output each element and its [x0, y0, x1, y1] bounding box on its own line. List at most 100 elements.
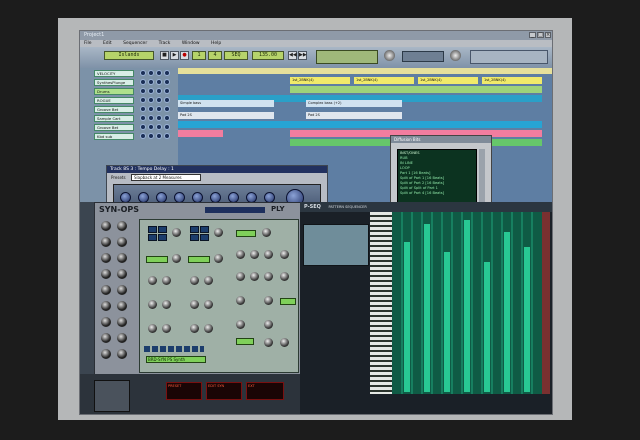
pseq-side-panel[interactable]	[303, 224, 369, 266]
knob-icon[interactable]	[140, 88, 146, 94]
track-row[interactable]: VELOCITY	[94, 70, 176, 77]
track-name[interactable]: Kbd sub	[94, 133, 134, 140]
knob-icon[interactable]	[117, 269, 127, 279]
knob-icon[interactable]	[214, 228, 223, 237]
knob-icon[interactable]	[204, 324, 213, 333]
knob-icon[interactable]	[236, 296, 245, 305]
menu-edit[interactable]: Edit	[103, 41, 112, 46]
knob-icon[interactable]	[250, 272, 259, 281]
knob-icon[interactable]	[156, 79, 162, 85]
knob-icon[interactable]	[101, 269, 111, 279]
play-button[interactable]: ▶	[170, 51, 179, 60]
knob-icon[interactable]	[140, 133, 146, 139]
list-item[interactable]: Split of Part 4 [16 Beats]	[400, 191, 474, 196]
knob-icon[interactable]	[156, 115, 162, 121]
knob-icon[interactable]	[264, 272, 273, 281]
knob-icon[interactable]	[148, 124, 154, 130]
minimize-button[interactable]: _	[529, 32, 536, 38]
track-row[interactable]: ROGUE	[94, 97, 176, 104]
knob-icon[interactable]	[140, 79, 146, 85]
clip[interactable]: Simple bass	[178, 100, 274, 107]
pan-knob[interactable]	[450, 50, 461, 61]
track-name[interactable]: Groove Bet	[94, 124, 134, 131]
loop-region[interactable]	[402, 51, 444, 62]
piano-keys[interactable]	[370, 212, 392, 394]
step-buttons[interactable]	[144, 346, 204, 352]
knob-icon[interactable]	[148, 115, 154, 121]
knob-icon[interactable]	[264, 338, 273, 347]
knob-icon[interactable]	[164, 106, 170, 112]
knob-icon[interactable]	[164, 88, 170, 94]
knob-icon[interactable]	[204, 276, 213, 285]
knob-icon[interactable]	[156, 133, 162, 139]
knob-icon[interactable]	[164, 133, 170, 139]
knob-icon[interactable]	[156, 124, 162, 130]
knob-icon[interactable]	[280, 338, 289, 347]
knob-icon[interactable]	[117, 317, 127, 327]
knob-icon[interactable]	[164, 124, 170, 130]
knob-icon[interactable]	[101, 349, 111, 359]
knob-icon[interactable]	[264, 296, 273, 305]
menu-sequencer[interactable]: Sequencer	[123, 41, 147, 46]
song-lcd[interactable]: Islands	[104, 51, 154, 60]
knob-icon[interactable]	[140, 115, 146, 121]
mode-lcd[interactable]: SEQ	[224, 51, 248, 60]
clip[interactable]: Pad 2S	[306, 112, 402, 119]
track-row[interactable]: SynthesPlunge	[94, 79, 176, 86]
clip[interactable]	[178, 130, 223, 137]
track-row[interactable]: Drums	[94, 88, 176, 95]
toggle-button[interactable]	[200, 226, 209, 233]
track-row[interactable]: Sample Cart	[94, 115, 176, 122]
knob-icon[interactable]	[250, 250, 259, 259]
timeline-ruler[interactable]	[178, 68, 552, 74]
clip[interactable]: Pad 2S	[178, 112, 274, 119]
note-grid[interactable]	[392, 212, 542, 394]
preset-select[interactable]: Slapback at 2 Measures	[131, 174, 201, 181]
knob-icon[interactable]	[140, 106, 146, 112]
velocity-strip[interactable]	[542, 212, 550, 394]
knob-icon[interactable]	[101, 301, 111, 311]
beat-lcd[interactable]: 4	[208, 51, 222, 60]
track-row[interactable]: Groove Bet	[94, 106, 176, 113]
knob-icon[interactable]	[164, 97, 170, 103]
knob-icon[interactable]	[190, 300, 199, 309]
knob-icon[interactable]	[236, 250, 245, 259]
record-button[interactable]: ●	[180, 51, 189, 60]
menu-track[interactable]: Track	[159, 41, 171, 46]
maximize-button[interactable]: □	[537, 32, 544, 38]
toggle-button[interactable]	[200, 234, 209, 241]
clip[interactable]	[178, 121, 542, 128]
knob-icon[interactable]	[101, 333, 111, 343]
clip[interactable]	[290, 86, 542, 93]
knob-icon[interactable]	[156, 106, 162, 112]
track-name[interactable]: VELOCITY	[94, 70, 134, 77]
knob-icon[interactable]	[172, 228, 181, 237]
knob-icon[interactable]	[156, 88, 162, 94]
track-name[interactable]: ROGUE	[94, 97, 134, 104]
forward-button[interactable]: ▶▶	[298, 51, 307, 60]
edit-panel[interactable]: EDIT SYN	[206, 382, 242, 400]
knob-icon[interactable]	[162, 324, 171, 333]
toggle-button[interactable]	[148, 226, 157, 233]
knob-icon[interactable]	[264, 320, 273, 329]
knob-icon[interactable]	[148, 300, 157, 309]
knob-icon[interactable]	[117, 333, 127, 343]
preset-panel[interactable]: PRESET	[166, 382, 202, 400]
rewind-button[interactable]: ◀◀	[288, 51, 297, 60]
toggle-button[interactable]	[158, 226, 167, 233]
knob-icon[interactable]	[101, 317, 111, 327]
menu-window[interactable]: Window	[182, 41, 200, 46]
knob-icon[interactable]	[148, 324, 157, 333]
knob-icon[interactable]	[280, 250, 289, 259]
knob-icon[interactable]	[101, 221, 111, 231]
ext-panel[interactable]: EXT	[246, 382, 284, 400]
patch-display[interactable]: BRD-SYN PS Synth	[146, 356, 206, 363]
knob-icon[interactable]	[162, 300, 171, 309]
knob-icon[interactable]	[280, 272, 289, 281]
knob-icon[interactable]	[190, 324, 199, 333]
knob-icon[interactable]	[190, 276, 199, 285]
knob-icon[interactable]	[148, 276, 157, 285]
knob-icon[interactable]	[262, 228, 271, 237]
tempo-lcd[interactable]: 135.00	[252, 51, 284, 60]
knob-icon[interactable]	[140, 124, 146, 130]
